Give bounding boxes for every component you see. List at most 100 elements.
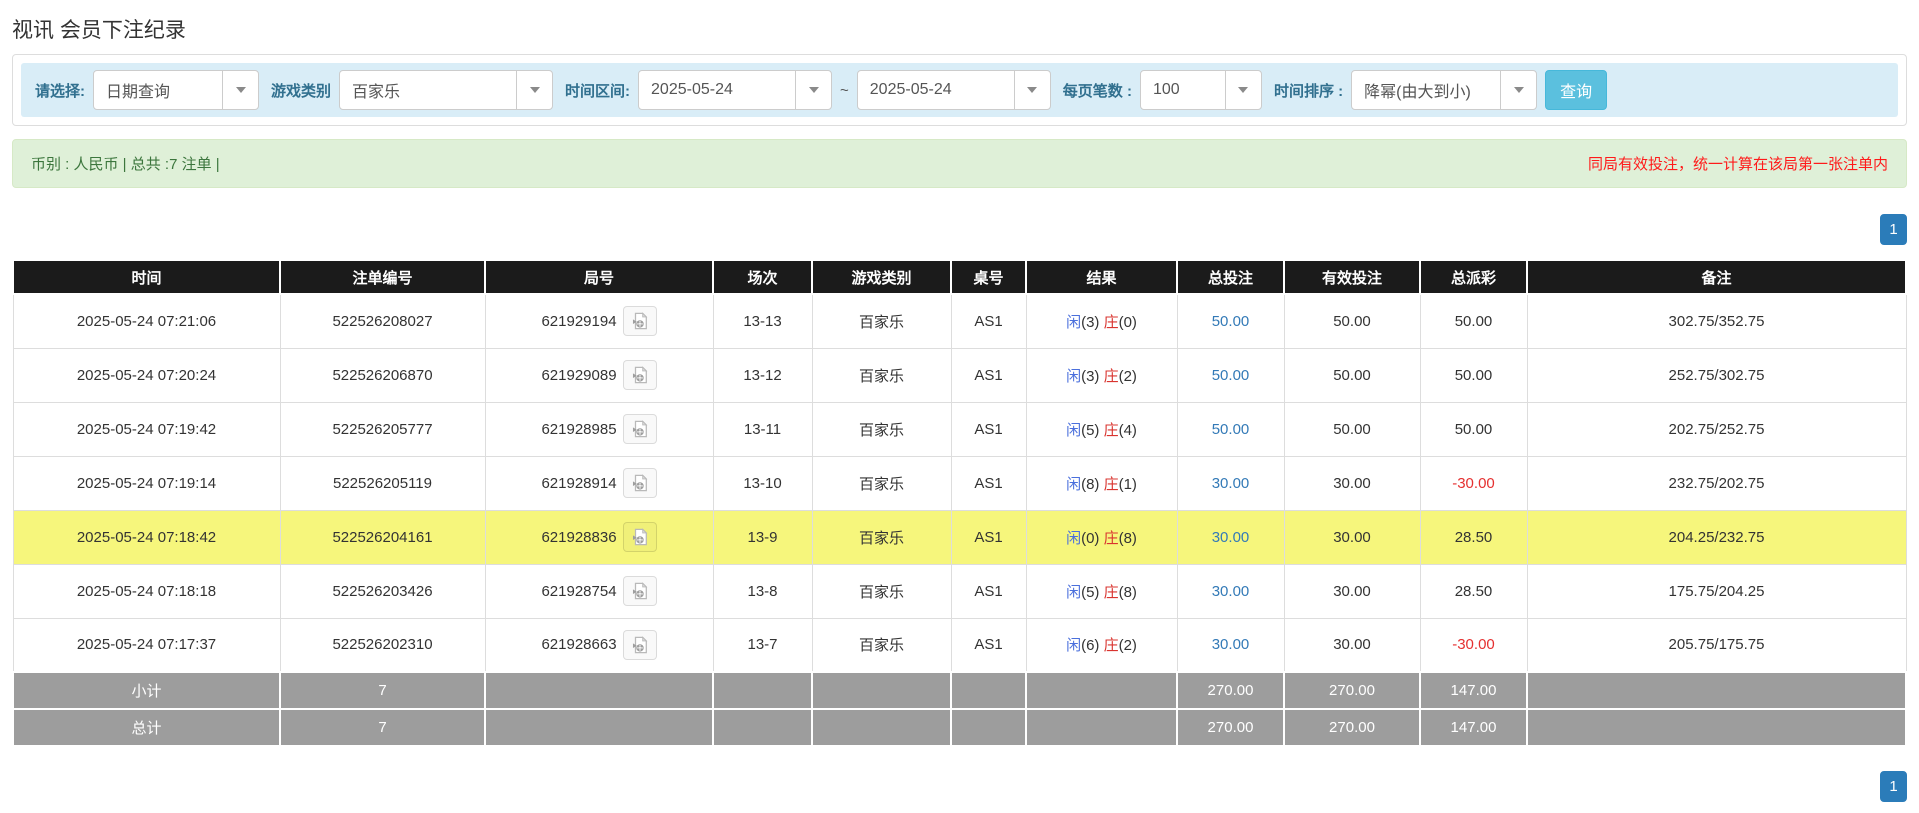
total-bet-link[interactable]: 50.00 — [1212, 421, 1250, 438]
table-body: 2025-05-24 07:21:06 522526208027 621929194… — [12, 293, 1907, 673]
session-cell: 13-11 — [712, 401, 813, 457]
banker-result-label: 庄 — [1103, 529, 1119, 547]
game-cell: 百家乐 — [811, 293, 952, 349]
time-sort-select[interactable]: 降幂(由大到小) — [1351, 70, 1538, 110]
total-bet-cell: 50.00 — [1176, 401, 1285, 457]
query-type-select[interactable]: 日期查询 — [93, 70, 259, 110]
table-no-cell: AS1 — [950, 617, 1027, 673]
date-from-value: 2025-05-24 — [651, 81, 733, 98]
round-id: 621929194 — [541, 312, 617, 330]
result-cell: 闲(3) 庄(2) — [1025, 347, 1178, 403]
session-cell: 13-8 — [712, 563, 813, 619]
video-replay-button[interactable] — [622, 576, 657, 606]
page-title: 视讯 会员下注纪录 — [12, 19, 186, 42]
page-size-label: 每页笔数 : — [1062, 82, 1132, 100]
caret-down-icon — [516, 71, 552, 109]
video-replay-button[interactable] — [622, 468, 657, 498]
round-cell: 621929089 — [484, 347, 714, 403]
result-cell: 闲(0) 庄(8) — [1025, 509, 1178, 565]
player-result-label: 闲 — [1066, 583, 1082, 601]
summary-empty-cell — [1526, 671, 1907, 710]
round-wrap: 621928754 — [541, 576, 657, 606]
video-replay-button[interactable] — [622, 629, 657, 660]
page-size-select[interactable]: 100 — [1139, 70, 1262, 110]
summary-row: 小计 7 270.00 270.00 147.00 — [12, 671, 1907, 710]
round-wrap: 621928663 — [541, 629, 657, 660]
session-cell: 13-9 — [712, 509, 813, 565]
total-bet-link[interactable]: 30.00 — [1212, 583, 1250, 600]
round-id: 621928836 — [541, 528, 617, 546]
time-sort-value: 降幂(由大到小) — [1364, 84, 1471, 101]
table-header-row: 时间 注单编号 局号 场次 游戏类别 桌号 结果 总投注 有效投注 总派彩 备注 — [12, 259, 1907, 295]
page-button-bottom[interactable]: 1 — [1880, 771, 1907, 802]
summary-empty-cell — [1526, 708, 1907, 747]
payout-cell: 28.50 — [1419, 509, 1528, 565]
caret-down-icon — [222, 71, 258, 109]
banker-result-count: (8) — [1118, 529, 1137, 547]
session-cell: 13-12 — [712, 347, 813, 403]
video-replay-button[interactable] — [622, 306, 657, 337]
table-no-cell: AS1 — [950, 347, 1027, 403]
summary-bar: 币别 : 人民币 | 总共 :7 注单 | 同局有效投注，统一计算在该局第一张注… — [12, 139, 1907, 188]
result-cell: 闲(5) 庄(4) — [1025, 401, 1178, 457]
note-cell: 202.75/252.75 — [1526, 401, 1907, 457]
table-no-cell: AS1 — [950, 455, 1027, 511]
date-to-select[interactable]: 2025-05-24 — [856, 70, 1051, 110]
round-wrap: 621928836 — [541, 522, 657, 552]
round-wrap: 621928914 — [541, 468, 657, 498]
total-bet-cell: 50.00 — [1176, 293, 1285, 349]
column-header: 游戏类别 — [811, 259, 952, 295]
bet-records-table: 时间 注单编号 局号 场次 游戏类别 桌号 结果 总投注 有效投注 总派彩 备注 2025-05-2… — [12, 259, 1907, 747]
caret-down-icon — [795, 71, 831, 109]
date-from-select[interactable]: 2025-05-24 — [638, 70, 833, 110]
player-result-label: 闲 — [1066, 475, 1082, 493]
valid-bet-cell: 50.00 — [1283, 293, 1421, 349]
video-replay-button[interactable] — [622, 360, 657, 390]
round-id: 621928914 — [541, 474, 617, 492]
bet-id-cell: 522526205777 — [279, 401, 486, 457]
note-cell: 175.75/204.25 — [1526, 563, 1907, 619]
game-category-select[interactable]: 百家乐 — [339, 70, 554, 110]
table-footer: 小计 7 270.00 270.00 147.00 总计 7 270.00 270.00 147.… — [12, 671, 1907, 747]
summary-label-cell: 小计 — [12, 671, 281, 710]
note-cell: 252.75/302.75 — [1526, 347, 1907, 403]
video-replay-button[interactable] — [622, 414, 657, 444]
total-bet-link[interactable]: 30.00 — [1212, 529, 1250, 546]
column-header: 总派彩 — [1419, 259, 1528, 295]
pagination-top: 1 — [12, 214, 1907, 245]
summary-payout-cell: 147.00 — [1419, 671, 1528, 710]
valid-bet-cell: 30.00 — [1283, 563, 1421, 619]
game-cell: 百家乐 — [811, 401, 952, 457]
total-bet-cell: 30.00 — [1176, 563, 1285, 619]
banker-result-count: (0) — [1118, 313, 1137, 331]
search-button[interactable]: 查询 — [1545, 70, 1608, 110]
round-id: 621928663 — [541, 636, 617, 654]
page-button-top[interactable]: 1 — [1880, 214, 1907, 245]
player-result-count: (6) — [1081, 637, 1104, 655]
page-container: 视讯 会员下注纪录 请选择: 日期查询 游戏类别 百家乐 时间区间: 2025-… — [0, 14, 1919, 802]
summary-count-cell: 7 — [279, 708, 486, 747]
banker-result-label: 庄 — [1103, 637, 1119, 655]
total-bet-link[interactable]: 30.00 — [1212, 475, 1250, 492]
round-cell: 621929194 — [484, 293, 714, 349]
round-cell: 621928985 — [484, 401, 714, 457]
total-bet-link[interactable]: 50.00 — [1212, 313, 1250, 330]
column-header: 有效投注 — [1283, 259, 1421, 295]
video-replay-button[interactable] — [622, 522, 657, 552]
table-header: 时间 注单编号 局号 场次 游戏类别 桌号 结果 总投注 有效投注 总派彩 备注 — [12, 259, 1907, 295]
total-bet-link[interactable]: 50.00 — [1212, 367, 1250, 384]
banker-result-label: 庄 — [1103, 421, 1119, 439]
video-file-icon — [632, 366, 647, 384]
banker-result-label: 庄 — [1103, 583, 1119, 601]
filter-panel: 请选择: 日期查询 游戏类别 百家乐 时间区间: 2025-05-24 ~ 20… — [12, 54, 1907, 126]
round-wrap: 621929089 — [541, 360, 657, 390]
pagination-bottom: 1 — [12, 771, 1907, 802]
player-result-count: (3) — [1081, 367, 1104, 385]
column-header: 备注 — [1526, 259, 1907, 295]
table-row: 2025-05-24 07:19:42 522526205777 621928985… — [12, 401, 1907, 457]
summary-notice: 同局有效投注，统一计算在该局第一张注单内 — [1587, 156, 1888, 173]
round-id: 621928985 — [541, 420, 617, 438]
video-file-icon — [632, 582, 647, 600]
total-bet-link[interactable]: 30.00 — [1212, 636, 1250, 653]
bet-id-cell: 522526204161 — [279, 509, 486, 565]
